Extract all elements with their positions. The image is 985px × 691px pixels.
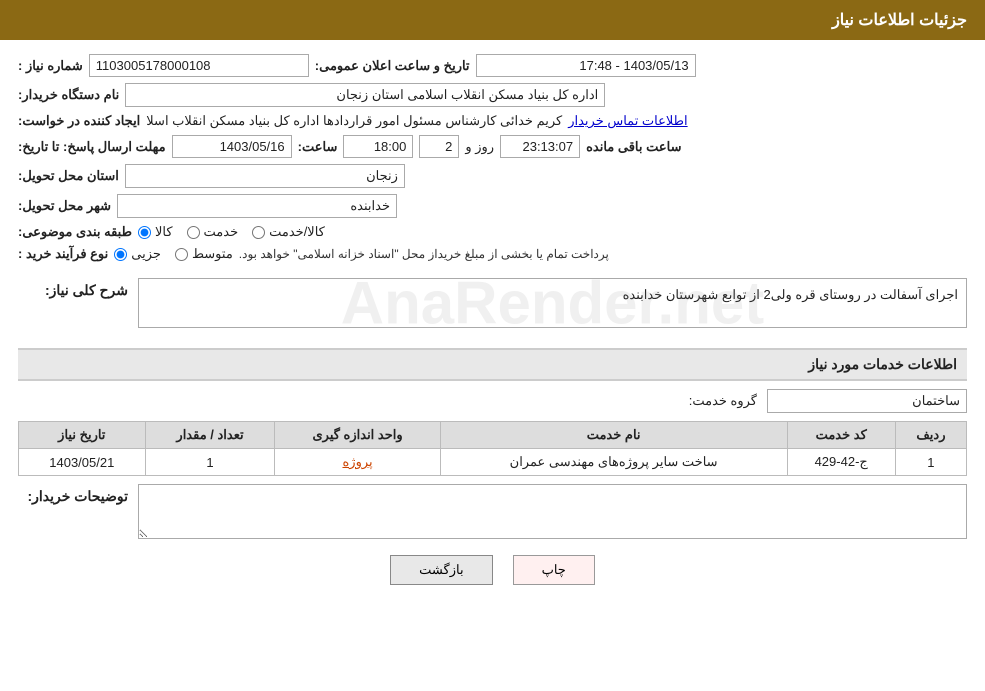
nooe-radio-group: متوسط جزیی [114, 246, 233, 262]
mohlat-remaining: 23:13:07 [500, 135, 580, 158]
tabaqe-khadamat-radio[interactable] [187, 226, 200, 239]
cell-tarikh: 1403/05/21 [19, 449, 146, 476]
page-wrapper: جزئیات اطلاعات نیاز 1403/05/13 - 17:48 ت… [0, 0, 985, 691]
content-area: 1403/05/13 - 17:48 تاریخ و ساعت اعلان عم… [0, 40, 985, 619]
sharh-label: شرح کلی نیاز: [18, 268, 128, 299]
tabaqe-kala-radio[interactable] [138, 226, 151, 239]
gorooh-row: ساختمان گروه خدمت: [18, 389, 967, 413]
cell-nam: ساخت سایر پروژه‌های مهندسی عمران [440, 449, 787, 476]
cell-kod: ج-42-429 [787, 449, 895, 476]
tozihat-label: توضیحات خریدار: [18, 484, 128, 505]
tarikh-value: 1403/05/13 - 17:48 [476, 54, 696, 77]
table-header: ردیف کد خدمت نام خدمت واحد اندازه گیری ت… [19, 422, 967, 449]
sharh-value: اجرای آسفالت در روستای قره ولی2 از توابع… [138, 278, 967, 328]
print-button[interactable]: چاپ [513, 555, 595, 585]
table-header-row: ردیف کد خدمت نام خدمت واحد اندازه گیری ت… [19, 422, 967, 449]
col-tarikh: تاریخ نیاز [19, 422, 146, 449]
sharh-section: AnaRender.net اجرای آسفالت در روستای قره… [18, 268, 967, 338]
khadamat-title: اطلاعات خدمات مورد نیاز [18, 348, 967, 381]
tabaqe-radio-group: کالا/خدمت خدمت کالا [138, 224, 325, 240]
tabaqe-kala-khadamat-item: کالا/خدمت [252, 224, 325, 240]
watermark-area: AnaRender.net اجرای آسفالت در روستای قره… [138, 268, 967, 338]
tozihat-textarea[interactable] [138, 484, 967, 539]
tozihat-section: توضیحات خریدار: [18, 484, 967, 539]
tabaqe-kala-item: کالا [138, 224, 173, 240]
nooe-note: پرداخت تمام یا بخشی از مبلغ خریداز محل "… [239, 247, 609, 261]
gorooh-label: گروه خدمت: [689, 393, 757, 409]
nooe-row: پرداخت تمام یا بخشی از مبلغ خریداز محل "… [18, 246, 967, 262]
dastgah-label: نام دستگاه خریدار: [18, 87, 119, 103]
shomara-label: شماره نیاز : [18, 58, 83, 74]
tabaqe-khadamat-label: خدمت [204, 224, 239, 240]
table-row: 1 ج-42-429 ساخت سایر پروژه‌های مهندسی عم… [19, 449, 967, 476]
mohlat-date: 1403/05/16 [172, 135, 292, 158]
dastgah-value: اداره کل بنیاد مسکن انقلاب اسلامی استان … [125, 83, 605, 107]
mohlat-saat: 18:00 [343, 135, 413, 158]
tabaqe-label: طبقه بندی موضوعی: [18, 224, 132, 240]
nooe-jozii-item: جزیی [114, 246, 161, 262]
page-title: جزئیات اطلاعات نیاز [832, 12, 967, 29]
ijad-label: ایجاد کننده در خواست: [18, 113, 140, 129]
vahed-link[interactable]: پروژه [342, 454, 372, 469]
services-table: ردیف کد خدمت نام خدمت واحد اندازه گیری ت… [18, 421, 967, 476]
tabaqe-kala-label: کالا [155, 224, 173, 240]
shahr-value: خدابنده [117, 194, 397, 218]
mohlat-label: مهلت ارسال پاسخ: تا تاریخ: [18, 139, 166, 155]
nooe-motavaset-item: متوسط [175, 246, 233, 262]
table-body: 1 ج-42-429 ساخت سایر پروژه‌های مهندسی عم… [19, 449, 967, 476]
mohlat-saat-label: ساعت: [298, 139, 338, 155]
col-kod: کد خدمت [787, 422, 895, 449]
sharh-content: AnaRender.net اجرای آسفالت در روستای قره… [138, 268, 967, 338]
cell-radif: 1 [895, 449, 966, 476]
ostan-row: زنجان استان محل تحویل: [18, 164, 967, 188]
ijad-value: کریم خدائی کارشناس مسئول امور قراردادها … [146, 113, 562, 129]
back-button[interactable]: بازگشت [390, 555, 492, 585]
dastgah-row: اداره کل بنیاد مسکن انقلاب اسلامی استان … [18, 83, 967, 107]
col-nam: نام خدمت [440, 422, 787, 449]
col-vahed: واحد اندازه گیری [275, 422, 440, 449]
gorooh-value: ساختمان [767, 389, 967, 413]
tarikh-label: تاریخ و ساعت اعلان عمومی: [315, 58, 470, 74]
shomara-row: 1403/05/13 - 17:48 تاریخ و ساعت اعلان عم… [18, 54, 967, 77]
nooe-motavaset-label: متوسط [192, 246, 233, 262]
nooe-jozii-label: جزیی [131, 246, 161, 262]
cell-tedad: 1 [145, 449, 275, 476]
col-tedad: تعداد / مقدار [145, 422, 275, 449]
mohlat-roz-label: روز و [465, 139, 494, 155]
mohlat-row: ساعت باقی مانده 23:13:07 روز و 2 18:00 س… [18, 135, 967, 158]
col-radif: ردیف [895, 422, 966, 449]
mohlat-roz: 2 [419, 135, 459, 158]
shomara-value: 1103005178000108 [89, 54, 309, 77]
tabaqe-kala-khadamat-radio[interactable] [252, 226, 265, 239]
tabaqe-row: کالا/خدمت خدمت کالا طبقه بندی موضوعی: [18, 224, 967, 240]
mohlat-remaining-label: ساعت باقی مانده [586, 139, 681, 155]
tabaqe-khadamat-item: خدمت [187, 224, 239, 240]
nooe-label: نوع فرآیند خرید : [18, 246, 108, 262]
contact-link[interactable]: اطلاعات تماس خریدار [568, 113, 687, 129]
nooe-jozii-radio[interactable] [114, 248, 127, 261]
page-header: جزئیات اطلاعات نیاز [0, 0, 985, 40]
shahr-label: شهر محل تحویل: [18, 198, 111, 214]
cell-vahed: پروژه [275, 449, 440, 476]
nooe-motavaset-radio[interactable] [175, 248, 188, 261]
shahr-row: خدابنده شهر محل تحویل: [18, 194, 967, 218]
button-row: چاپ بازگشت [18, 555, 967, 605]
tabaqe-kala-khadamat-label: کالا/خدمت [269, 224, 325, 240]
ostan-value: زنجان [125, 164, 405, 188]
ostan-label: استان محل تحویل: [18, 168, 119, 184]
ijad-row: اطلاعات تماس خریدار کریم خدائی کارشناس م… [18, 113, 967, 129]
